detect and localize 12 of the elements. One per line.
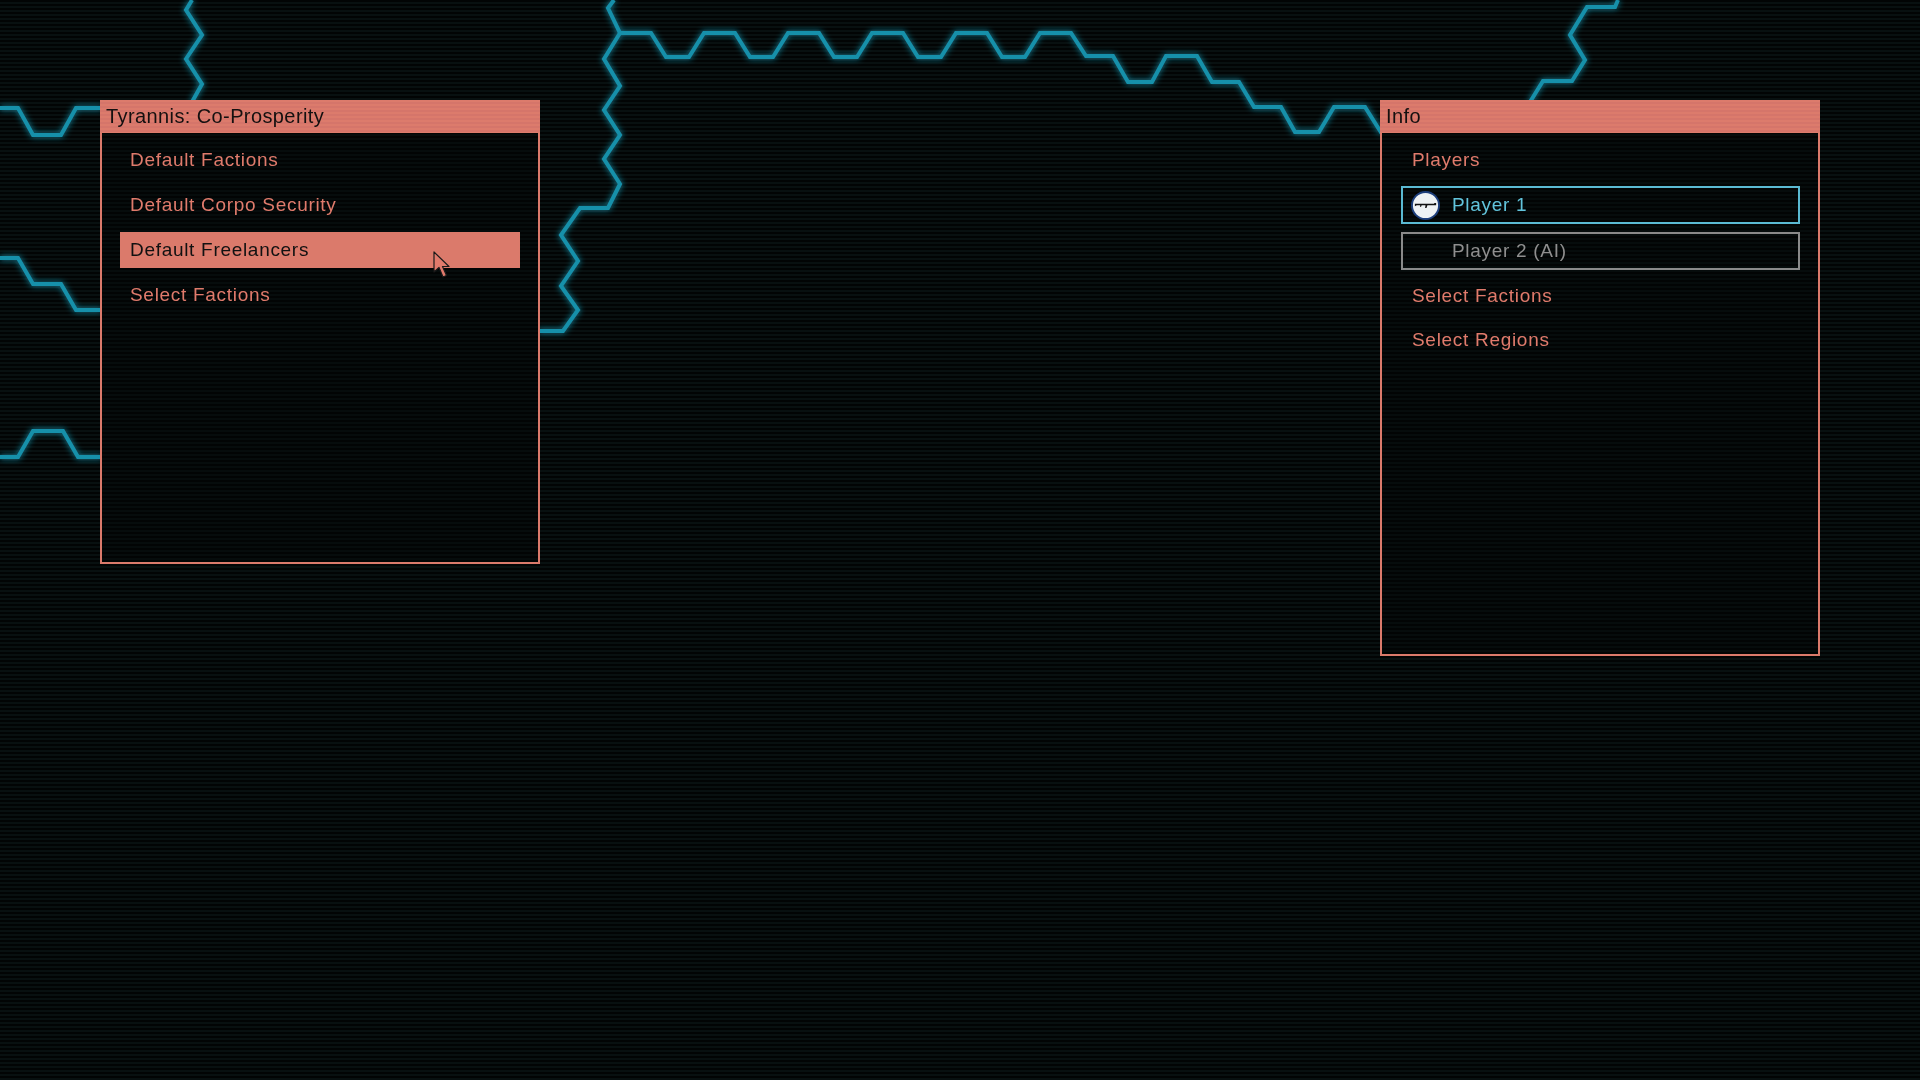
panel-title: Tyrannis: Co-Prosperity [100, 100, 540, 133]
menu-item[interactable]: Default Factions [120, 142, 520, 178]
panel-title: Info [1380, 100, 1820, 133]
menu-item[interactable]: Players [1401, 142, 1800, 178]
player-slot[interactable]: Player 2 (AI) [1401, 232, 1800, 270]
menu-item[interactable]: Default Corpo Security [120, 187, 520, 223]
player-slot[interactable]: Player 1 [1401, 186, 1800, 224]
mouse-pointer-icon [433, 251, 450, 279]
menu-item[interactable]: Select Regions [1401, 322, 1800, 358]
menu-item[interactable]: Default Freelancers [120, 232, 520, 268]
menu-item[interactable]: Select Factions [1401, 278, 1800, 314]
menu-item[interactable]: Select Factions [120, 277, 520, 313]
